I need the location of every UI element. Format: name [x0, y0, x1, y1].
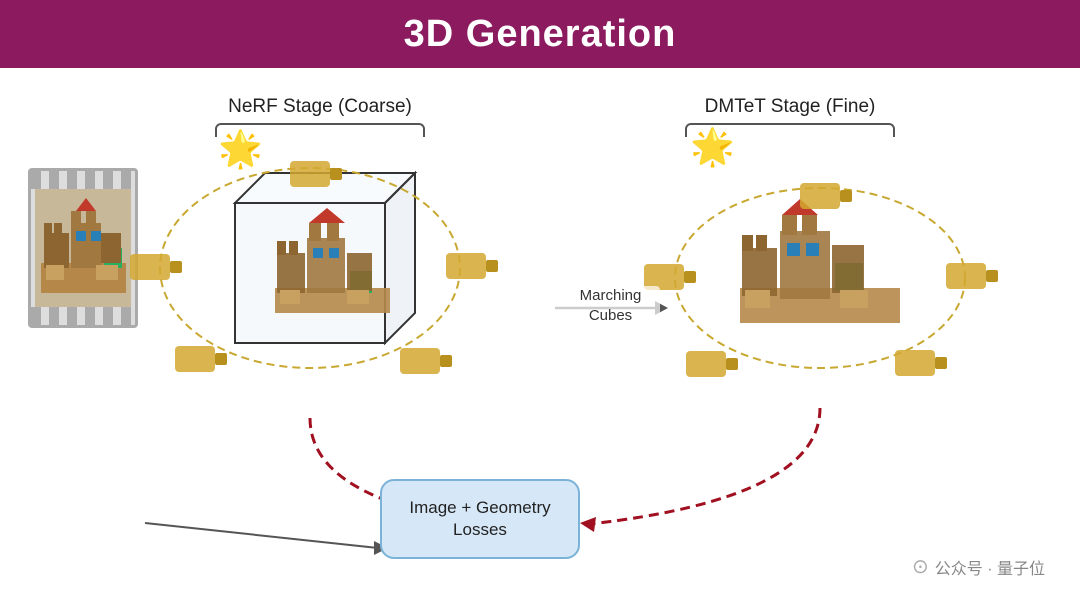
marching-cubes-label: MarchingCubes — [558, 286, 663, 327]
page-title: 3D Generation — [404, 13, 677, 56]
castle-film-svg — [36, 193, 131, 303]
marching-cubes-text: MarchingCubes — [580, 287, 642, 324]
watermark-text: 公众号 · 量子位 — [935, 555, 1045, 579]
film-strip — [28, 168, 138, 328]
watermark: ⊙ 公众号 · 量子位 — [912, 554, 1045, 579]
loss-box: Image + Geometry Losses — [380, 479, 580, 559]
dmtet-stage-label: DMTeT Stage (Fine) — [680, 96, 900, 118]
wechat-icon: ⊙ — [912, 554, 929, 579]
film-image — [35, 189, 131, 307]
main-content: NeRF Stage (Coarse) DMTeT Stage (Fine) 🌟… — [0, 68, 1080, 597]
sun-dmtet-icon: 🌟 — [690, 126, 735, 168]
nerf-stage-label: NeRF Stage (Coarse) — [210, 96, 430, 118]
dmtet-mesh-svg — [710, 163, 930, 363]
nerf-cube — [185, 123, 445, 403]
header: 3D Generation — [0, 0, 1080, 68]
dmtet-mesh — [710, 163, 930, 363]
nerf-cube-svg — [185, 123, 445, 403]
loss-box-text: Image + Geometry Losses — [409, 497, 550, 541]
